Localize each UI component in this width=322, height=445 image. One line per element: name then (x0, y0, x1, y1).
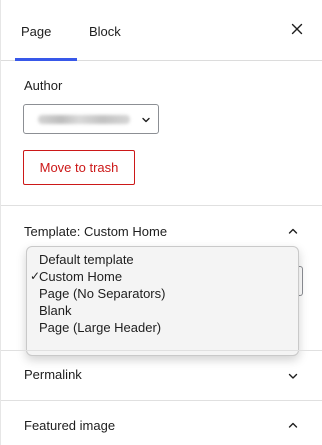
template-dropdown: Default template ✓ Custom Home Page (No … (26, 246, 299, 356)
sidebar-tabs: Page Block (1, 0, 322, 61)
section-divider (1, 400, 322, 401)
author-value-blurred (38, 115, 130, 124)
active-tab-indicator (15, 58, 77, 61)
settings-sidebar: Page Block Author Move to trash Template… (0, 0, 322, 445)
template-panel-title[interactable]: Template: Custom Home (24, 224, 167, 239)
chevron-up-icon[interactable] (287, 420, 299, 430)
template-option[interactable]: Page (No Separators) (27, 285, 298, 302)
section-divider (1, 205, 322, 206)
author-label: Author (24, 78, 63, 93)
tab-page[interactable]: Page (21, 24, 51, 39)
chevron-down-icon (142, 117, 150, 123)
section-divider (1, 350, 322, 351)
close-icon[interactable] (289, 21, 305, 37)
permalink-panel-title[interactable]: Permalink (24, 367, 82, 382)
featured-image-panel-title[interactable]: Featured image (24, 418, 115, 433)
author-select[interactable] (23, 104, 159, 134)
template-option[interactable]: Default template (27, 251, 298, 268)
template-option[interactable]: Page (Large Header) (27, 319, 298, 336)
template-option-selected[interactable]: ✓ Custom Home (27, 268, 298, 285)
chevron-up-icon[interactable] (287, 226, 299, 236)
tab-block[interactable]: Block (89, 24, 121, 39)
move-to-trash-button[interactable]: Move to trash (23, 150, 135, 185)
checkmark-icon: ✓ (30, 269, 41, 283)
template-option[interactable]: Blank (27, 302, 298, 319)
chevron-down-icon[interactable] (287, 371, 299, 381)
